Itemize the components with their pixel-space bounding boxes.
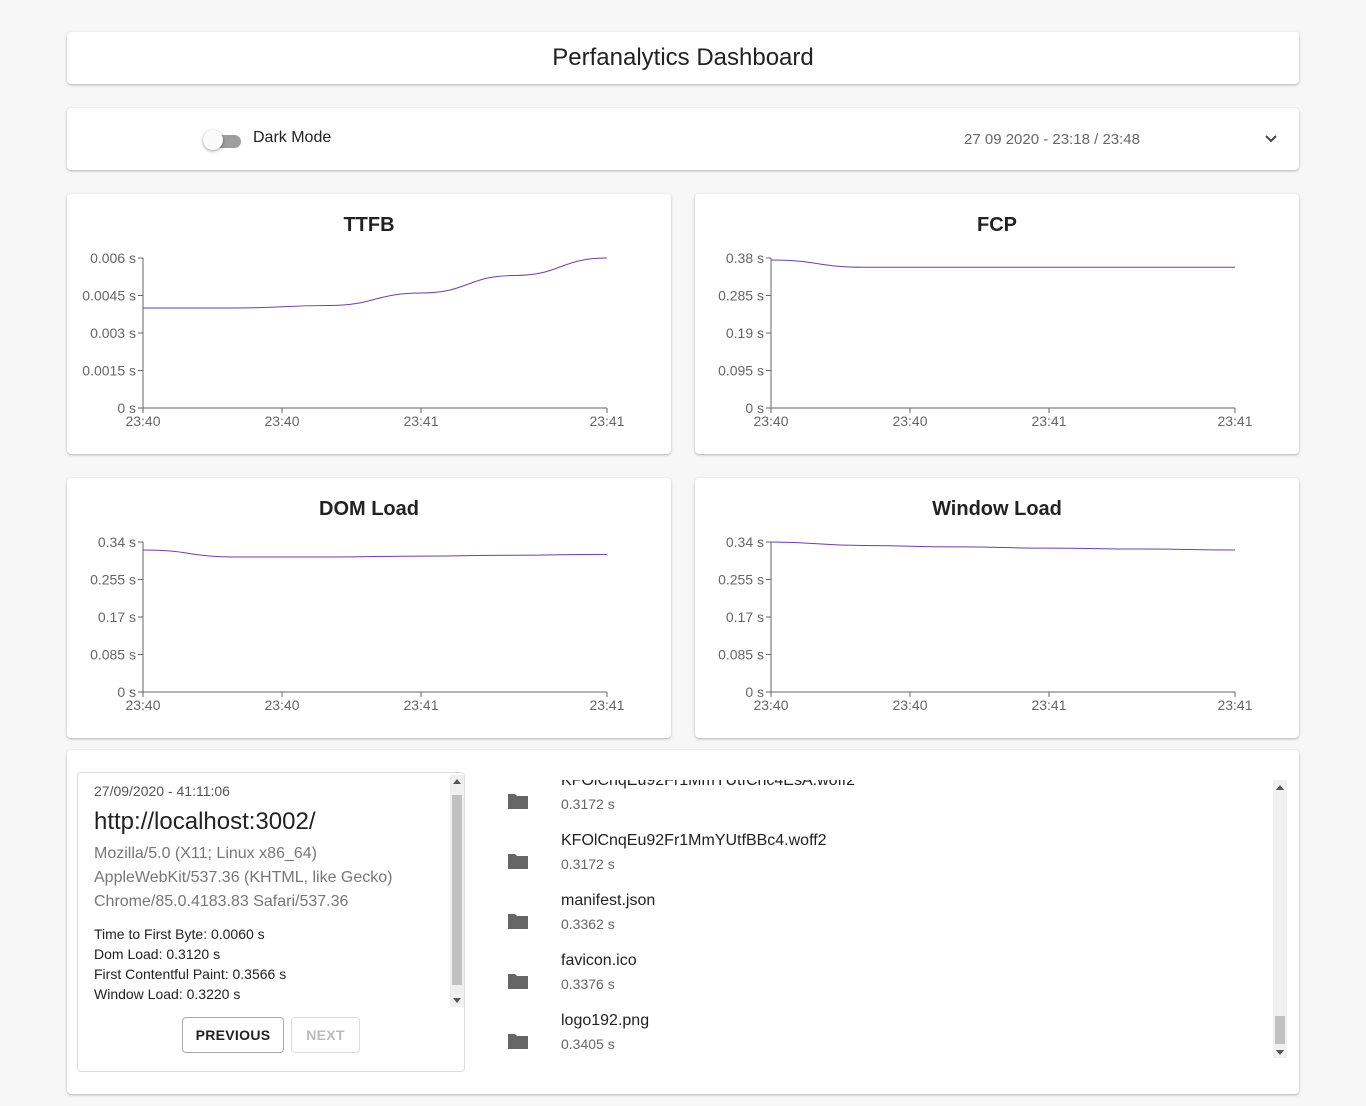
scroll-down-arrow-icon[interactable] [453, 998, 461, 1003]
metrics-list: Time to First Byte: 0.0060 s Dom Load: 0… [94, 924, 434, 1004]
y-tick-label: 0.0045 s [82, 288, 136, 304]
user-agent-line: Mozilla/5.0 (X11; Linux x86_64) [94, 845, 317, 862]
entry-detail-scroll[interactable]: 27/09/2020 - 41:11:06 http://localhost:3… [78, 773, 450, 1009]
y-tick-label: 0.085 s [90, 647, 136, 663]
chart-card-window-load: Window Load 0 s 0.085 s 0.17 s 0.255 s 0.34 … [695, 478, 1299, 738]
x-tick-label: 23:40 [892, 413, 927, 429]
user-agent-line: AppleWebKit/537.36 (KHTML, like Gecko) [94, 869, 393, 886]
details-panel: 27/09/2020 - 41:11:06 http://localhost:3… [67, 750, 1299, 1094]
y-tick-label: 0.17 s [98, 609, 136, 625]
chart-window-load: 0 s0.085 s0.17 s0.255 s0.34 s23:40 23:40 2… [718, 534, 1253, 713]
page-title: Perfanalytics Dashboard [552, 44, 814, 71]
x-tick-label: 23:40 [264, 697, 299, 713]
resource-name: KFOlCnqEu92Fr1MmYUtfBBc4.woff2 [561, 832, 827, 849]
user-agent-line: Chrome/85.0.4183.83 Safari/537.36 [94, 893, 349, 910]
chart-dom-load: 0 s0.085 s0.17 s0.255 s0.34 s23:40 23:40 2… [90, 534, 625, 713]
list-item[interactable]: manifest.json 0.3362 s [487, 892, 1267, 952]
list-item[interactable]: logo192.png 0.3405 s [487, 1012, 1267, 1060]
folder-icon [508, 974, 528, 989]
y-tick-label: 0.003 s [90, 325, 136, 341]
list-item[interactable]: favicon.ico 0.3376 s [487, 952, 1267, 1012]
header-card: Perfanalytics Dashboard [67, 32, 1299, 84]
y-tick-label: 0.006 s [90, 250, 136, 266]
dark-mode-toggle[interactable] [203, 130, 241, 150]
resource-time: 0.3172 s [561, 856, 615, 872]
scroll-up-arrow-icon[interactable] [453, 779, 461, 784]
date-range[interactable]: 27 09 2020 - 23:18 / 23:48 [964, 131, 1140, 148]
folder-icon [508, 1034, 528, 1049]
series-line [142, 549, 608, 558]
x-tick-label: 23:41 [1217, 413, 1252, 429]
list-item[interactable]: KFOlCnqEu92Fr1MmYUtfChc4EsA.woff2 0.3172… [487, 780, 1267, 832]
series-line [770, 541, 1236, 551]
scroll-down-arrow-icon[interactable] [1276, 1050, 1284, 1055]
resource-time: 0.3172 s [561, 796, 615, 812]
y-tick-label: 0.255 s [90, 572, 136, 588]
x-tick-label: 23:41 [403, 413, 438, 429]
folder-icon [508, 914, 528, 929]
x-tick-label: 23:41 [1031, 413, 1066, 429]
scroll-thumb[interactable] [452, 795, 462, 985]
chart-card-dom-load: DOM Load 0 s 0.085 s 0.17 s 0.255 s 0.34 s 23… [67, 478, 671, 738]
x-tick-label: 23:41 [1217, 697, 1252, 713]
y-tick-label: 0.34 s [98, 534, 136, 550]
resource-name: KFOlCnqEu92Fr1MmYUtfChc4EsA.woff2 [561, 780, 856, 789]
x-tick-label: 23:40 [892, 697, 927, 713]
resource-time: 0.3405 s [561, 1036, 615, 1052]
y-tick-label: 0.17 s [726, 609, 764, 625]
resource-list[interactable]: KFOlCnqEu92Fr1MmYUtfChc4EsA.woff2 0.3172… [487, 780, 1277, 1060]
chart-card-ttfb: TTFB 0 s 0.0015 s 0.003 s 0.0045 s 0.006 s 23… [67, 194, 671, 454]
folder-icon [508, 854, 528, 869]
y-tick-label: 0.38 s [726, 250, 764, 266]
chart-fcp: 0 s0.095 s0.19 s0.285 s0.38 s23:40 23:40 2… [718, 250, 1253, 429]
metric-fcp: First Contentful Paint: 0.3566 s [94, 966, 287, 982]
scroll-up-arrow-icon[interactable] [1276, 785, 1284, 790]
x-tick-label: 23:40 [125, 697, 160, 713]
metric-window-load: Window Load: 0.3220 s [94, 986, 241, 1002]
y-tick-label: 0.34 s [726, 534, 764, 550]
detail-scrollbar[interactable] [450, 775, 464, 1007]
chart-ttfb: 0 s0.0015 s0.003 s0.0045 s0.006 s23:40 23… [82, 250, 624, 429]
toolbar-card: Dark Mode 27 09 2020 - 23:18 / 23:48 [67, 108, 1299, 170]
y-tick-label: 0.255 s [718, 572, 764, 588]
dark-mode-label: Dark Mode [253, 129, 332, 146]
y-tick-label: 0.19 s [726, 325, 764, 341]
series-line [143, 257, 608, 309]
resource-name: logo192.png [561, 1012, 650, 1029]
chevron-down-icon[interactable] [1261, 129, 1281, 149]
entry-url: http://localhost:3002/ [94, 808, 316, 835]
y-tick-label: 0.285 s [718, 288, 764, 304]
x-tick-label: 23:40 [264, 413, 299, 429]
resource-name: favicon.ico [561, 952, 637, 969]
x-tick-label: 23:41 [1031, 697, 1066, 713]
user-agent: Mozilla/5.0 (X11; Linux x86_64) AppleWeb… [94, 842, 434, 914]
x-tick-label: 23:40 [753, 697, 788, 713]
resource-time: 0.3376 s [561, 976, 615, 992]
scroll-thumb[interactable] [1275, 1016, 1285, 1044]
entry-date: 27/09/2020 - 41:11:06 [94, 783, 230, 799]
y-tick-label: 0.085 s [718, 647, 764, 663]
y-tick-label: 0.0015 s [82, 363, 136, 379]
toggle-thumb [203, 130, 223, 150]
x-tick-label: 23:41 [589, 413, 624, 429]
entry-detail-card: 27/09/2020 - 41:11:06 http://localhost:3… [77, 772, 465, 1072]
previous-button[interactable]: PREVIOUS [182, 1017, 284, 1053]
folder-icon [508, 794, 528, 809]
x-tick-label: 23:40 [753, 413, 788, 429]
metric-ttfb: Time to First Byte: 0.0060 s [94, 926, 265, 942]
chart-card-fcp: FCP 0 s 0.095 s 0.19 s 0.285 s 0.38 s 23:40 23… [695, 194, 1299, 454]
x-tick-label: 23:41 [403, 697, 438, 713]
resource-list-scrollbar[interactable] [1273, 780, 1287, 1058]
y-tick-label: 0.095 s [718, 363, 764, 379]
metric-dom-load: Dom Load: 0.3120 s [94, 946, 221, 962]
list-item[interactable]: KFOlCnqEu92Fr1MmYUtfBBc4.woff2 0.3172 s [487, 832, 1267, 892]
resource-name: manifest.json [561, 892, 656, 909]
resource-time: 0.3362 s [561, 916, 615, 932]
x-tick-label: 23:40 [125, 413, 160, 429]
series-line [770, 259, 1235, 268]
next-button[interactable]: NEXT [291, 1017, 360, 1053]
x-tick-label: 23:41 [589, 697, 624, 713]
